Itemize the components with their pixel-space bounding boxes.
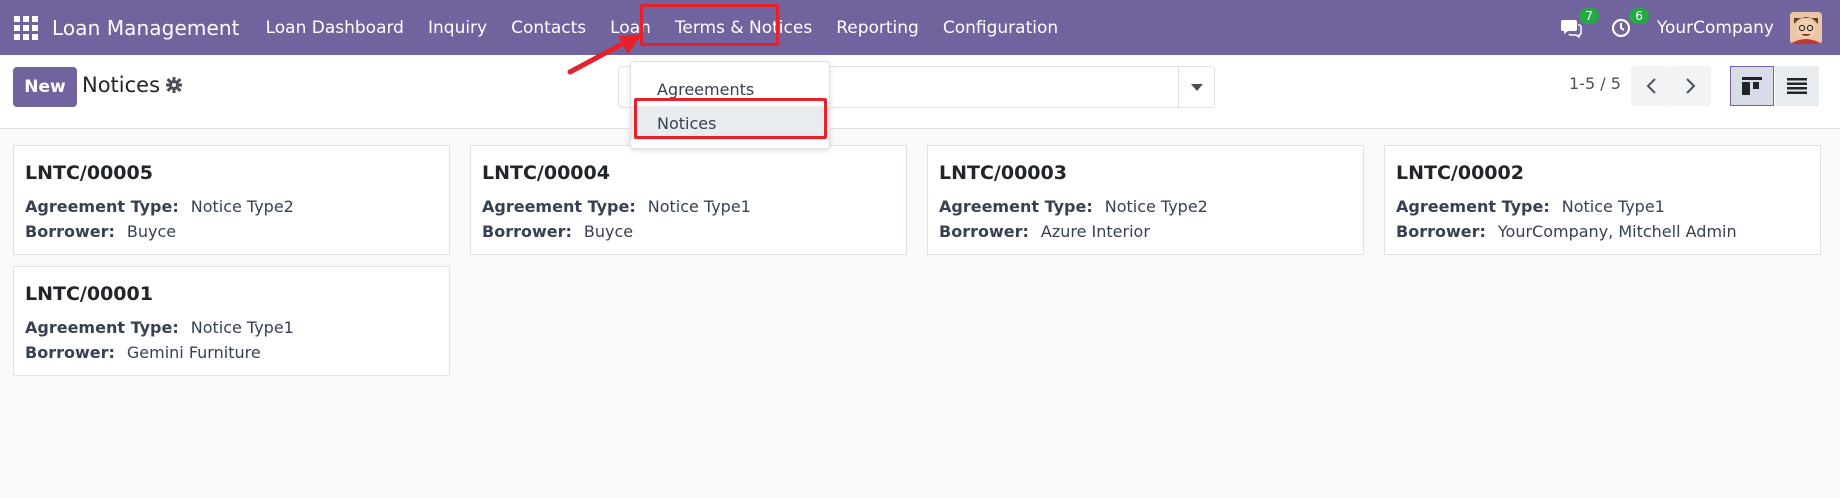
kanban-card[interactable]: LNTC/00001 Agreement Type: Notice Type1 … (13, 266, 450, 376)
card-borrower-row: Borrower: Buyce (482, 222, 633, 241)
card-borrower-value: Buyce (583, 222, 634, 241)
chevron-left-icon (1646, 78, 1656, 94)
annotation-box-menu (640, 4, 779, 46)
kanban-view-button[interactable] (1730, 66, 1774, 106)
kanban-icon (1742, 77, 1762, 95)
annotation-box-notices (634, 98, 827, 139)
annotation-arrow (567, 34, 642, 75)
card-borrower-row: Borrower: Gemini Furniture (25, 343, 261, 362)
messages-button[interactable]: 7 (1557, 7, 1599, 42)
card-borrower-row: Borrower: YourCompany, Mitchell Admin (1396, 222, 1737, 241)
card-borrower-value: YourCompany, Mitchell Admin (1497, 222, 1737, 241)
chevron-right-icon (1686, 78, 1696, 94)
user-avatar-icon (1790, 11, 1822, 44)
page-title: Notices (82, 73, 183, 97)
kanban-card[interactable]: LNTC/00002 Agreement Type: Notice Type1 … (1384, 145, 1821, 255)
list-view-button[interactable] (1775, 66, 1819, 106)
card-borrower-row: Borrower: Buyce (25, 222, 176, 241)
navbar-systray: 7 6 YourCompany (1557, 0, 1840, 55)
activities-badge: 6 (1629, 7, 1649, 24)
card-borrower-label: Borrower: (482, 222, 572, 241)
kanban-card[interactable]: LNTC/00004 Agreement Type: Notice Type1 … (470, 145, 907, 255)
card-type-label: Agreement Type: (939, 197, 1093, 216)
activities-button[interactable]: 6 (1607, 7, 1649, 42)
clock-icon (1611, 18, 1630, 37)
new-button[interactable]: New (13, 67, 77, 107)
nav-loan-dashboard[interactable]: Loan Dashboard (254, 0, 416, 55)
card-borrower-label: Borrower: (25, 343, 115, 362)
card-borrower-value: Azure Interior (1040, 222, 1150, 241)
card-type-label: Agreement Type: (25, 197, 179, 216)
card-type-row: Agreement Type: Notice Type1 (1396, 197, 1665, 216)
user-avatar[interactable] (1790, 11, 1822, 44)
kanban-card[interactable]: LNTC/00003 Agreement Type: Notice Type2 … (927, 145, 1364, 255)
card-type-value: Notice Type1 (1561, 197, 1665, 216)
card-reference: LNTC/00003 (939, 162, 1067, 184)
chat-icon (1560, 19, 1582, 38)
nav-reporting[interactable]: Reporting (824, 0, 931, 55)
card-borrower-label: Borrower: (939, 222, 1029, 241)
list-icon (1787, 78, 1807, 94)
pager-next-button[interactable] (1671, 66, 1711, 106)
card-type-row: Agreement Type: Notice Type1 (25, 318, 294, 337)
pager-value[interactable]: 1-5 / 5 (1569, 74, 1621, 93)
card-reference: LNTC/00001 (25, 283, 153, 305)
card-type-value: Notice Type2 (190, 197, 294, 216)
app-brand[interactable]: Loan Management (52, 16, 240, 40)
card-type-row: Agreement Type: Notice Type2 (25, 197, 294, 216)
card-type-label: Agreement Type: (1396, 197, 1550, 216)
card-reference: LNTC/00004 (482, 162, 610, 184)
chevron-down-icon (1190, 83, 1203, 91)
gear-icon[interactable] (166, 77, 183, 93)
apps-menu-icon[interactable] (14, 15, 38, 40)
top-navbar: Loan Management Loan Dashboard Inquiry C… (0, 0, 1840, 55)
nav-configuration[interactable]: Configuration (931, 0, 1070, 55)
card-type-value: Notice Type1 (190, 318, 294, 337)
card-type-row: Agreement Type: Notice Type2 (939, 197, 1208, 216)
messages-badge: 7 (1579, 7, 1599, 24)
card-borrower-value: Gemini Furniture (126, 343, 261, 362)
nav-inquiry[interactable]: Inquiry (416, 0, 499, 55)
card-borrower-row: Borrower: Azure Interior (939, 222, 1150, 241)
card-reference: LNTC/00002 (1396, 162, 1524, 184)
card-borrower-value: Buyce (126, 222, 177, 241)
control-panel: New Notices 1-5 / 5 (0, 55, 1840, 129)
card-borrower-label: Borrower: (25, 222, 115, 241)
search-options-toggle[interactable] (1178, 67, 1214, 107)
company-switcher[interactable]: YourCompany (1657, 18, 1774, 38)
pager-previous-button[interactable] (1631, 66, 1671, 106)
card-type-label: Agreement Type: (25, 318, 179, 337)
card-type-value: Notice Type2 (1104, 197, 1208, 216)
card-type-row: Agreement Type: Notice Type1 (482, 197, 751, 216)
card-type-label: Agreement Type: (482, 197, 636, 216)
page-title-text: Notices (82, 73, 161, 97)
card-borrower-label: Borrower: (1396, 222, 1486, 241)
card-type-value: Notice Type1 (647, 197, 751, 216)
card-reference: LNTC/00005 (25, 162, 153, 184)
kanban-card[interactable]: LNTC/00005 Agreement Type: Notice Type2 … (13, 145, 450, 255)
